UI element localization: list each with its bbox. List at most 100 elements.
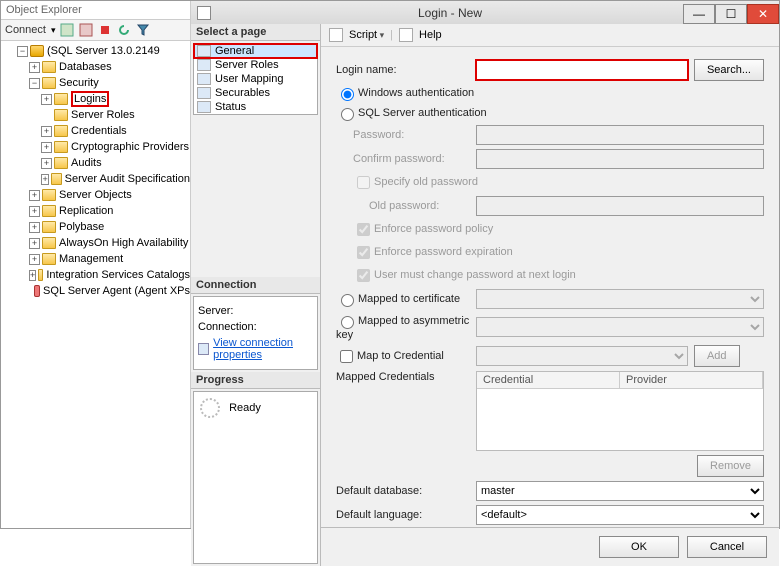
- server-label: (SQL Server 13.0.2149: [47, 45, 160, 57]
- tree-audit-spec[interactable]: +Server Audit Specification: [5, 171, 190, 187]
- page-label: Server Roles: [215, 59, 279, 71]
- default-language-select[interactable]: <default>: [476, 505, 764, 525]
- tree-management[interactable]: +Management: [5, 251, 190, 267]
- help-icon[interactable]: [399, 28, 413, 42]
- node-label: Management: [59, 253, 123, 265]
- sql-auth-radio[interactable]: SQL Server authentication: [336, 107, 487, 119]
- tree-server-roles[interactable]: Server Roles: [5, 107, 190, 123]
- script-icon[interactable]: [329, 28, 343, 42]
- cancel-button[interactable]: Cancel: [687, 536, 767, 558]
- default-database-select[interactable]: master: [476, 481, 764, 501]
- tree-sql-agent[interactable]: SQL Server Agent (Agent XPs: [5, 283, 190, 299]
- oe-tree[interactable]: −(SQL Server 13.0.2149 +Databases −Secur…: [1, 41, 190, 528]
- folder-icon: [54, 109, 68, 121]
- stop-icon[interactable]: [97, 22, 113, 38]
- connect-label[interactable]: Connect: [5, 24, 46, 36]
- script-dropdown[interactable]: Script: [349, 29, 384, 41]
- node-label: Server Audit Specification: [65, 173, 190, 185]
- node-label: Server Roles: [71, 109, 135, 121]
- system-icon[interactable]: [191, 6, 217, 20]
- page-securables[interactable]: Securables: [194, 86, 317, 100]
- connection-box: Server: Connection: View connection prop…: [193, 296, 318, 370]
- login-name-input[interactable]: [476, 60, 688, 80]
- tree-crypto-providers[interactable]: +Cryptographic Providers: [5, 139, 190, 155]
- server-icon: [30, 45, 44, 57]
- folder-icon: [42, 77, 56, 89]
- object-explorer-title: Object Explorer: [1, 1, 190, 20]
- oe-toolbar: Connect▾: [1, 20, 190, 41]
- node-label: Integration Services Catalogs: [46, 269, 190, 281]
- filter-icon[interactable]: [135, 22, 151, 38]
- tree-polybase[interactable]: +Polybase: [5, 219, 190, 235]
- tree-alwayson[interactable]: +AlwaysOn High Availability: [5, 235, 190, 251]
- folder-icon: [54, 141, 68, 153]
- node-label: AlwaysOn High Availability: [59, 237, 188, 249]
- properties-icon: [198, 343, 209, 355]
- minimize-button[interactable]: —: [683, 4, 715, 24]
- close-button[interactable]: ✕: [747, 4, 779, 24]
- enforce-policy-check: Enforce password policy: [353, 223, 493, 235]
- page-status[interactable]: Status: [194, 100, 317, 114]
- windows-auth-radio[interactable]: Windows authentication: [336, 87, 474, 99]
- help-button[interactable]: Help: [419, 29, 442, 41]
- page-icon: [197, 45, 211, 57]
- page-icon: [197, 59, 211, 71]
- page-icon: [197, 87, 211, 99]
- button-label: Add: [707, 350, 727, 362]
- progress-status: Ready: [229, 401, 261, 413]
- connect-icon[interactable]: [59, 22, 75, 38]
- tree-databases[interactable]: +Databases: [5, 59, 190, 75]
- search-button[interactable]: Search...: [694, 59, 764, 81]
- node-label: Polybase: [59, 221, 104, 233]
- node-label: Credentials: [71, 125, 127, 137]
- tree-isc[interactable]: +Integration Services Catalogs: [5, 267, 190, 283]
- specify-old-password-check: Specify old password: [353, 176, 478, 188]
- page-icon: [197, 101, 211, 113]
- form-toolbar: Script | Help: [321, 24, 779, 47]
- folder-icon: [51, 173, 61, 185]
- tree-replication[interactable]: +Replication: [5, 203, 190, 219]
- tree-credentials[interactable]: +Credentials: [5, 123, 190, 139]
- page-user-mapping[interactable]: User Mapping: [194, 72, 317, 86]
- certificate-select: [476, 289, 764, 309]
- col-credential: Credential: [477, 372, 620, 388]
- mapped-cert-radio[interactable]: Mapped to certificate: [336, 293, 460, 305]
- server-label: Server:: [198, 305, 313, 317]
- node-label: Server Objects: [59, 189, 132, 201]
- refresh-icon[interactable]: [116, 22, 132, 38]
- confirm-password-input: [476, 149, 764, 169]
- col-provider: Provider: [620, 372, 763, 388]
- disconnect-icon[interactable]: [78, 22, 94, 38]
- tree-audits[interactable]: +Audits: [5, 155, 190, 171]
- mapped-credentials-grid[interactable]: CredentialProvider: [476, 371, 764, 451]
- page-general[interactable]: General: [194, 44, 317, 58]
- remove-button: Remove: [697, 455, 764, 477]
- page-server-roles[interactable]: Server Roles: [194, 58, 317, 72]
- page-label: Securables: [215, 87, 270, 99]
- progress-header: Progress: [191, 372, 320, 389]
- map-credential-check[interactable]: Map to Credential: [336, 350, 444, 362]
- mapped-akey-radio[interactable]: Mapped to asymmetric key: [336, 315, 469, 341]
- node-label: Databases: [59, 61, 112, 73]
- tree-logins[interactable]: +Logins: [5, 91, 190, 107]
- folder-icon: [54, 93, 68, 105]
- tree-server-root[interactable]: −(SQL Server 13.0.2149: [5, 43, 190, 59]
- ok-button[interactable]: OK: [599, 536, 679, 558]
- credential-select: [476, 346, 688, 366]
- maximize-button[interactable]: ☐: [715, 4, 747, 24]
- old-password-label: Old password:: [369, 200, 439, 212]
- view-connection-properties-link[interactable]: View connection properties: [198, 337, 313, 361]
- check-label: Enforce password expiration: [374, 246, 513, 258]
- page-column: Select a page General Server Roles User …: [191, 24, 321, 566]
- page-label: Status: [215, 101, 246, 113]
- button-label: Search...: [707, 64, 751, 76]
- tree-security[interactable]: −Security: [5, 75, 190, 91]
- page-label: User Mapping: [215, 73, 283, 85]
- add-button: Add: [694, 345, 740, 367]
- dialog-titlebar[interactable]: Login - New — ☐ ✕: [191, 1, 779, 24]
- folder-icon: [42, 61, 56, 73]
- tree-server-objects[interactable]: +Server Objects: [5, 187, 190, 203]
- node-label: Replication: [59, 205, 113, 217]
- page-icon: [197, 73, 211, 85]
- connection-label: Connection:: [198, 321, 313, 333]
